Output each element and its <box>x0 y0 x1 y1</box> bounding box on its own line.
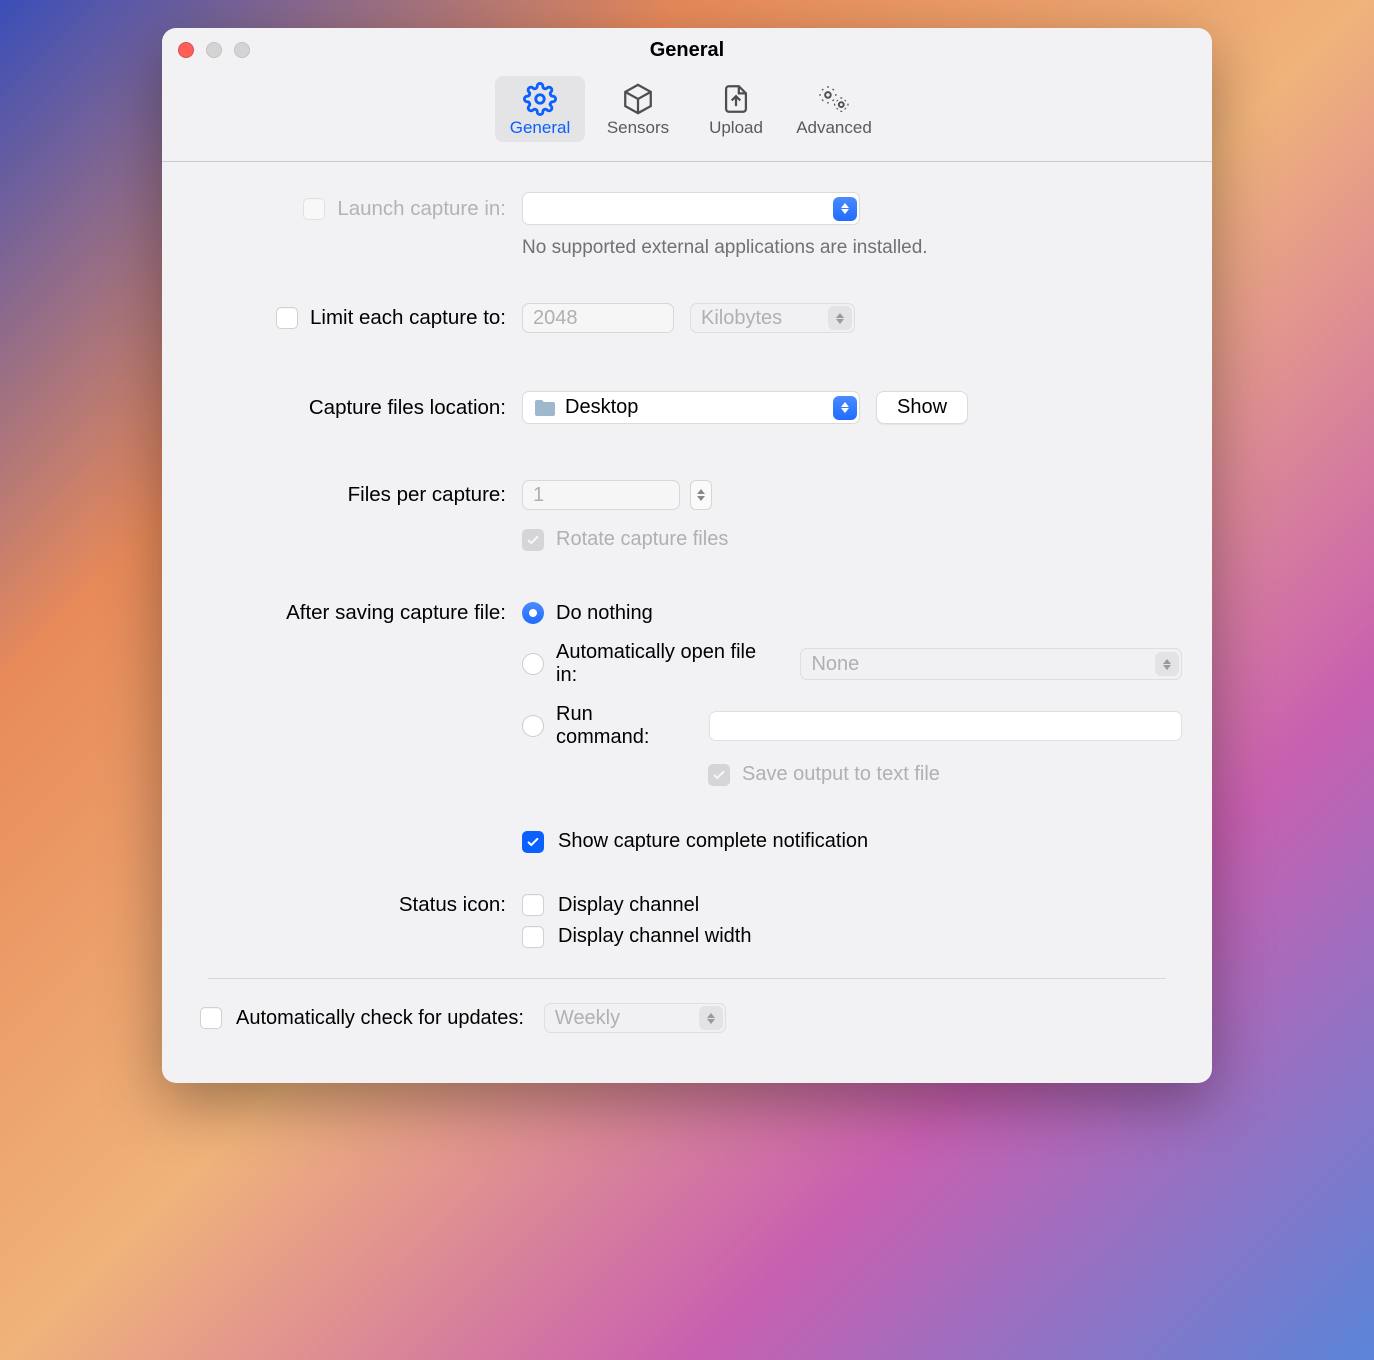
save-output-checkbox <box>708 764 730 786</box>
after-open-radio[interactable] <box>522 653 544 675</box>
after-run-radio[interactable] <box>522 715 544 737</box>
after-open-label: Automatically open file in: <box>556 641 782 687</box>
after-save-label: After saving capture file: <box>192 601 522 625</box>
open-in-value: None <box>811 653 859 676</box>
location-label: Capture files location: <box>192 396 522 420</box>
display-channel-width-checkbox[interactable] <box>522 926 544 948</box>
launch-capture-hint: No supported external applications are i… <box>522 237 1182 259</box>
upload-icon <box>719 82 753 116</box>
preferences-window: General General Sensors Upload Advanced <box>162 28 1212 1083</box>
tab-label: Upload <box>709 118 763 138</box>
auto-update-label: Automatically check for updates: <box>236 1007 524 1030</box>
launch-capture-checkbox <box>303 198 325 220</box>
titlebar: General <box>162 28 1212 72</box>
after-do-nothing-label: Do nothing <box>556 602 653 625</box>
after-do-nothing-radio[interactable] <box>522 602 544 624</box>
window-title: General <box>162 39 1212 62</box>
launch-capture-select[interactable] <box>522 192 860 225</box>
status-icon-label: Status icon: <box>192 893 522 917</box>
tab-general[interactable]: General <box>495 76 585 142</box>
auto-update-checkbox[interactable] <box>200 1007 222 1029</box>
save-output-label: Save output to text file <box>742 763 940 786</box>
display-channel-label: Display channel <box>558 894 699 917</box>
tab-label: Advanced <box>796 118 872 138</box>
gear-icon <box>523 82 557 116</box>
rotate-files-checkbox <box>522 529 544 551</box>
location-value: Desktop <box>565 396 638 419</box>
divider <box>208 978 1166 979</box>
limit-capture-checkbox[interactable] <box>276 307 298 329</box>
launch-capture-label: Launch capture in: <box>337 197 506 221</box>
location-select[interactable]: Desktop <box>522 391 860 424</box>
files-per-label: Files per capture: <box>192 483 522 507</box>
limit-size-field[interactable]: 2048 <box>522 303 674 333</box>
prefs-toolbar: General Sensors Upload Advanced <box>162 72 1212 162</box>
display-channel-width-label: Display channel width <box>558 925 751 948</box>
rotate-files-label: Rotate capture files <box>556 528 728 551</box>
files-per-field[interactable]: 1 <box>522 480 680 510</box>
files-per-stepper[interactable] <box>690 480 712 510</box>
cube-icon <box>621 82 655 116</box>
show-notification-checkbox[interactable] <box>522 831 544 853</box>
update-interval-value: Weekly <box>555 1007 620 1030</box>
limit-unit-value: Kilobytes <box>701 307 782 330</box>
tab-label: General <box>510 118 570 138</box>
update-interval-select[interactable]: Weekly <box>544 1003 726 1033</box>
tab-sensors[interactable]: Sensors <box>593 76 683 142</box>
show-notification-label: Show capture complete notification <box>558 830 868 853</box>
limit-capture-label: Limit each capture to: <box>310 306 506 330</box>
tab-advanced[interactable]: Advanced <box>789 76 879 142</box>
double-gear-icon <box>817 82 851 116</box>
limit-unit-select[interactable]: Kilobytes <box>690 303 855 333</box>
open-in-select[interactable]: None <box>800 648 1182 680</box>
tab-upload[interactable]: Upload <box>691 76 781 142</box>
show-location-button[interactable]: Show <box>876 391 968 424</box>
run-command-field[interactable] <box>709 711 1182 741</box>
display-channel-checkbox[interactable] <box>522 894 544 916</box>
tab-label: Sensors <box>607 118 669 138</box>
folder-icon <box>533 398 557 418</box>
general-pane: Launch capture in: No supported external… <box>162 162 1212 1033</box>
after-run-label: Run command: <box>556 703 687 749</box>
